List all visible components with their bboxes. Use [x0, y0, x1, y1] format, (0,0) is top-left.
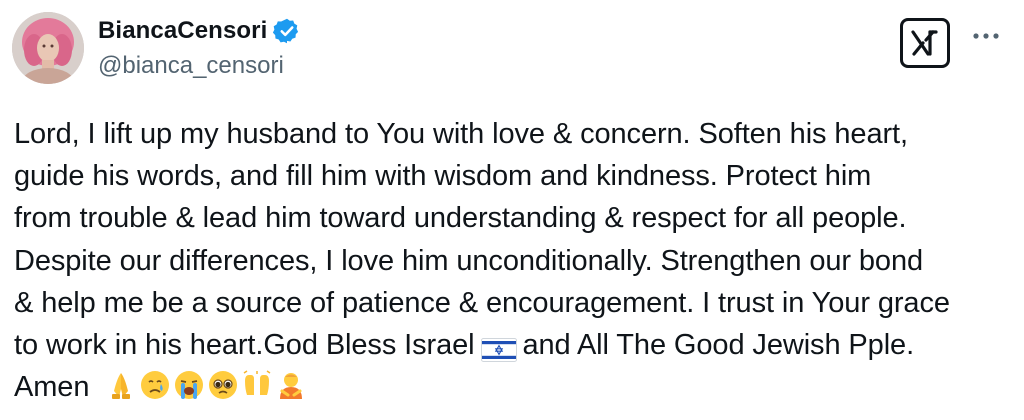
post-line: Lord, I lift up my husband to You with l…	[14, 118, 908, 150]
display-name-row: BiancaCensori	[98, 14, 301, 48]
raising-hands-icon	[241, 369, 273, 401]
display-name[interactable]: BiancaCensori	[98, 17, 267, 45]
avatar[interactable]	[12, 12, 84, 84]
handle[interactable]: @bianca_censori	[98, 52, 301, 80]
post-amen: Amen	[14, 371, 90, 404]
verified-badge-icon	[273, 17, 301, 45]
loudly-crying-face-icon	[173, 369, 205, 401]
post-line: guide his words, and fill him with wisdo…	[14, 160, 872, 193]
post-line: & help me be a source of patience & enco…	[14, 286, 950, 319]
folded-hands-icon	[105, 369, 137, 401]
crying-face-icon	[139, 369, 171, 401]
author-names: BiancaCensori @bianca_censori	[98, 14, 301, 80]
avatar-image	[12, 12, 84, 84]
post-line-with-flag: to work in his heart.God Bless Israel an…	[14, 324, 1014, 366]
post-text: Lord, I lift up my husband to You with l…	[14, 113, 1014, 408]
post-header: BiancaCensori @bianca_censori	[12, 12, 1004, 88]
post-line: from trouble & lead him toward understan…	[14, 202, 907, 235]
post-card: BiancaCensori @bianca_censori Lord, I li…	[0, 0, 1024, 420]
person-bowing-icon	[275, 369, 307, 401]
more-options-icon[interactable]	[968, 18, 1004, 54]
post-line-after-flag: and All The Good Jewish Pple.	[522, 328, 915, 361]
post-last-line: Amen	[14, 366, 1014, 408]
x-logo-icon[interactable]	[900, 18, 950, 68]
post-line: Despite our differences, I love him unco…	[14, 244, 924, 277]
post-line-before-flag: to work in his heart.God Bless Israel	[14, 328, 475, 361]
pleading-face-icon	[207, 369, 239, 401]
israel-flag-icon	[480, 332, 517, 363]
